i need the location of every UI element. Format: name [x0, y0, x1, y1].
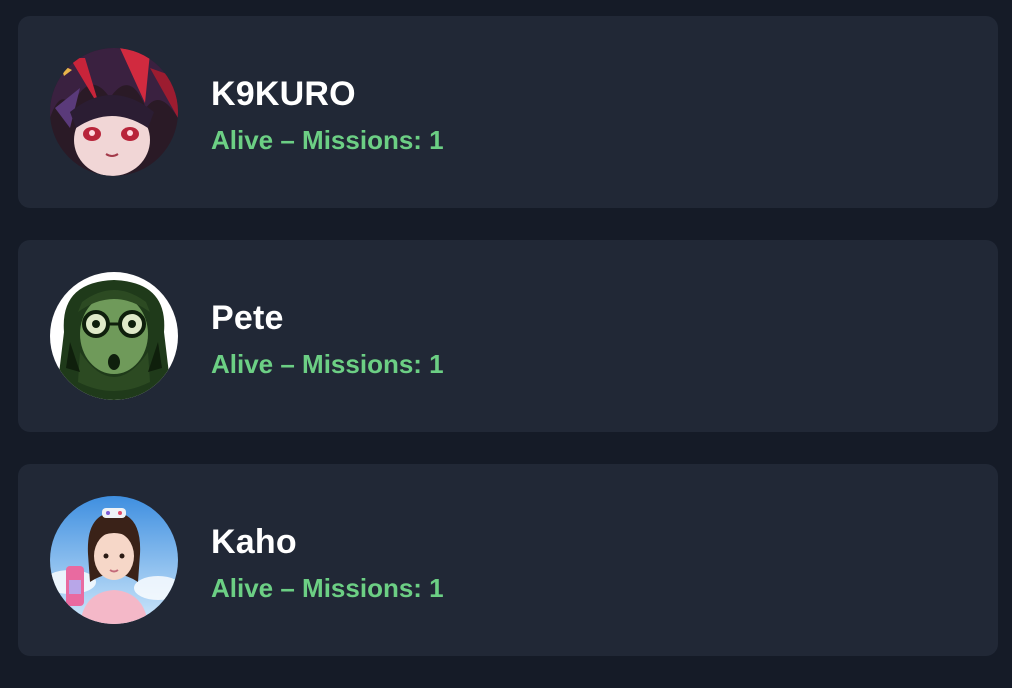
player-card[interactable]: K9KURO Alive – Missions: 1 [18, 16, 998, 208]
player-name: K9KURO [211, 75, 356, 113]
anime-character-avatar [50, 48, 178, 176]
player-status: Alive – Missions: 1 [211, 349, 444, 379]
player-name: Pete [211, 299, 284, 337]
player-card[interactable]: Kaho Alive – Missions: 1 [18, 464, 998, 656]
player-status: Alive – Missions: 1 [211, 125, 444, 155]
green-bearded-man-avatar [50, 272, 178, 400]
player-card[interactable]: Pete Alive – Missions: 1 [18, 240, 998, 432]
player-name: Kaho [211, 523, 297, 561]
girl-photo-avatar [50, 496, 178, 624]
player-list: K9KURO Alive – Missions: 1 Pete Alive – … [18, 16, 998, 688]
player-status: Alive – Missions: 1 [211, 573, 444, 603]
